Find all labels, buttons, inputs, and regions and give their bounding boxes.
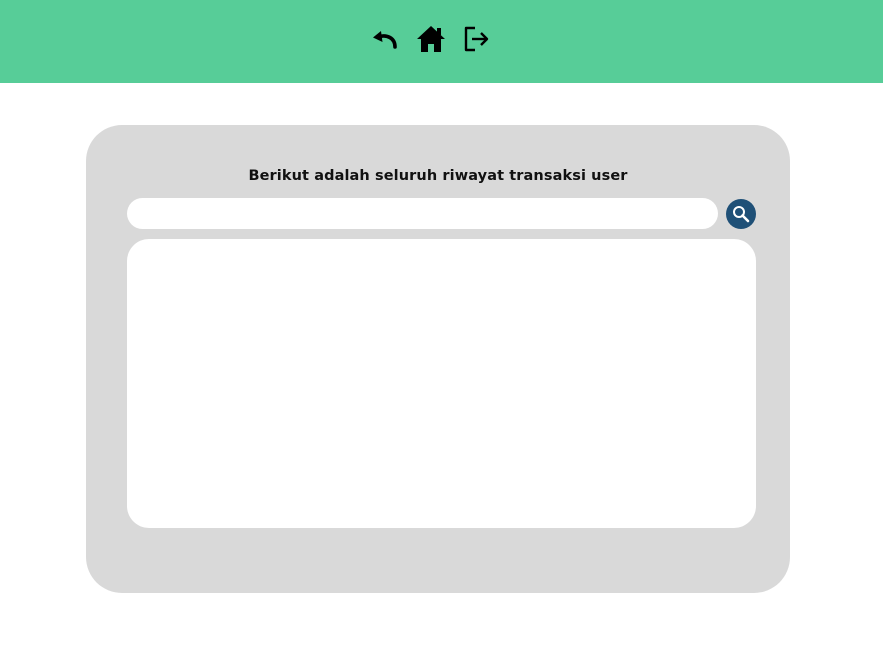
logout-icon	[464, 26, 489, 52]
home-button[interactable]	[415, 21, 447, 57]
transaction-list-panel	[127, 239, 756, 528]
search-button[interactable]	[726, 199, 756, 229]
search-icon	[733, 206, 750, 223]
logout-button[interactable]	[461, 21, 493, 57]
search-input[interactable]	[127, 198, 718, 229]
back-button[interactable]	[369, 21, 401, 57]
home-icon	[417, 26, 445, 52]
page-title: Berikut adalah seluruh riwayat transaksi…	[248, 168, 628, 184]
top-navigation-bar	[0, 0, 883, 83]
nav-icon-group	[369, 21, 493, 57]
undo-icon	[373, 31, 397, 49]
transaction-history-card: Berikut adalah seluruh riwayat transaksi…	[86, 125, 790, 593]
